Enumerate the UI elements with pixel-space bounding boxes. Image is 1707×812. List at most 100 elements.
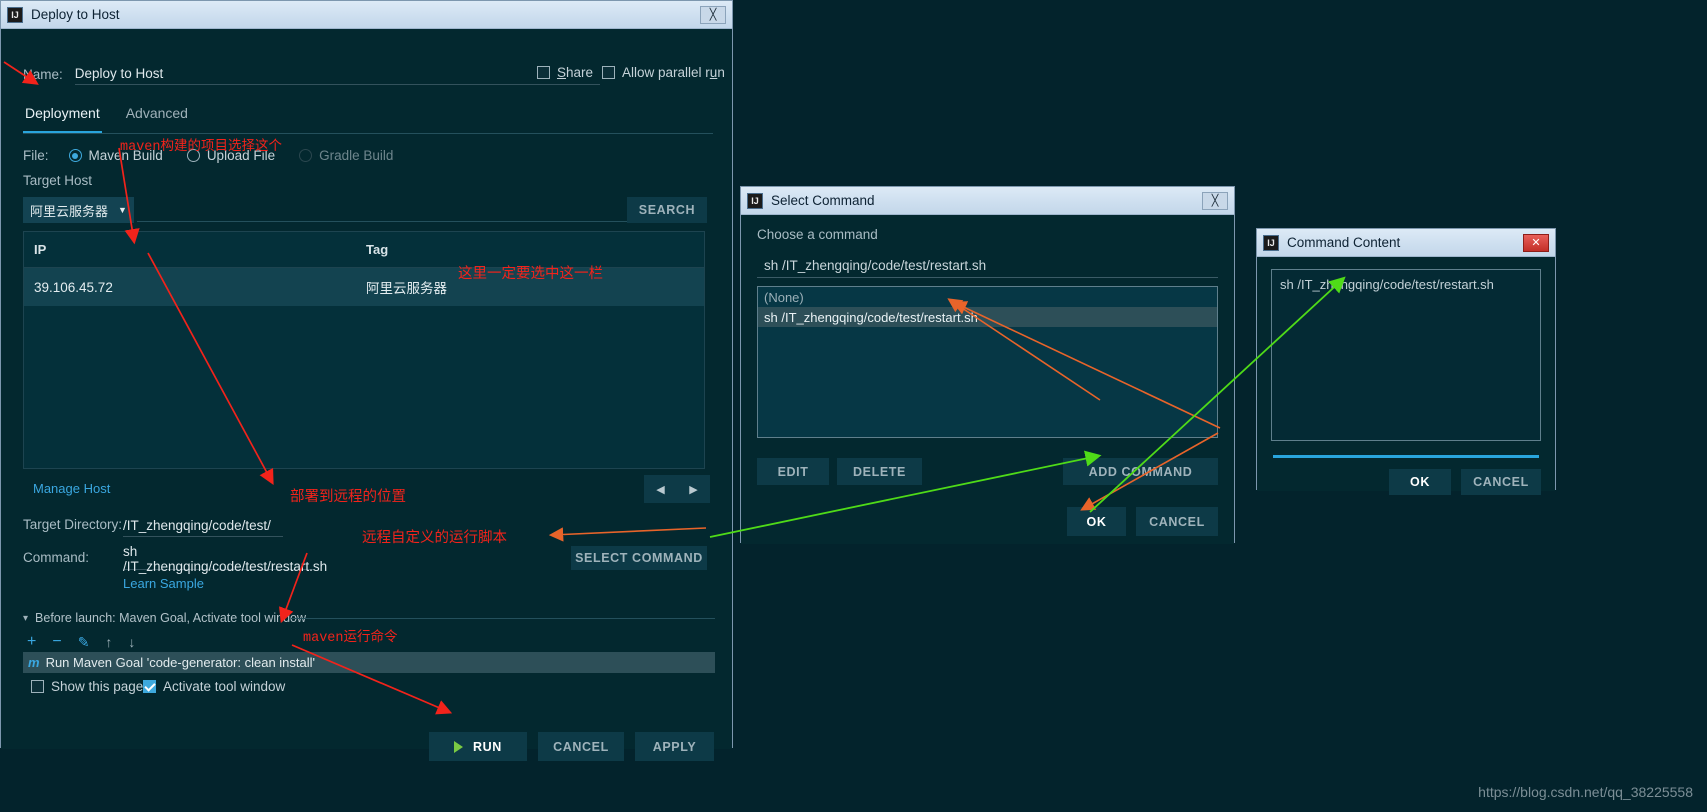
command-content-text: sh /IT_zhengqing/code/test/restart.sh [1280, 277, 1494, 292]
command-search-value: sh /IT_zhengqing/code/test/restart.sh [764, 258, 987, 273]
allow-parallel-run-box [602, 66, 615, 79]
cell-ip: 39.106.45.72 [34, 279, 113, 295]
command-row: Command: [23, 550, 89, 565]
command-content-focus-underline [1273, 455, 1539, 458]
run-button[interactable]: RUN [429, 732, 527, 761]
target-host-label-row: Target Host [23, 173, 92, 188]
command-content-titlebar: Command Content ✕ [1257, 229, 1555, 257]
command-search-input[interactable]: sh /IT_zhengqing/code/test/restart.sh [757, 254, 1218, 278]
ok-button[interactable]: OK [1067, 507, 1126, 536]
chevron-down-icon: ▾ [23, 612, 29, 624]
cancel-button[interactable]: CANCEL [1461, 469, 1541, 495]
intellij-icon [747, 192, 763, 209]
allow-parallel-run-label: Allow parallel run [622, 65, 725, 80]
ok-button[interactable]: OK [1389, 469, 1451, 495]
before-launch-header[interactable]: ▾ Before launch: Maven Goal, Activate to… [23, 611, 306, 625]
show-this-page-label: Show this page [51, 679, 144, 694]
maven-icon: m [28, 655, 40, 670]
share-label: Share [557, 65, 594, 80]
search-button[interactable]: SEARCH [627, 197, 707, 223]
name-input[interactable]: Deploy to Host [74, 63, 600, 85]
select-command-body: Choose a command sh /IT_zhengqing/code/t… [741, 215, 1234, 544]
command-input[interactable]: sh /IT_zhengqing/code/test/restart.sh [123, 544, 327, 574]
column-header-tag: Tag [366, 242, 389, 257]
deploy-tabs: Deployment Advanced [23, 101, 190, 133]
run-button-label: RUN [473, 739, 502, 754]
dialog-button-bar: RUN CANCEL APPLY [429, 732, 714, 761]
remove-icon[interactable]: − [52, 633, 61, 651]
file-label: File: [23, 148, 49, 163]
before-launch-label: Before launch: Maven Goal, Activate tool… [35, 611, 307, 625]
chevron-down-icon: ▼ [118, 205, 127, 215]
cancel-button[interactable]: CANCEL [538, 732, 624, 761]
add-command-button[interactable]: ADD COMMAND [1063, 458, 1218, 485]
play-icon [454, 740, 464, 753]
host-combo[interactable]: 阿里云服务器 ▼ [23, 197, 134, 223]
tab-deployment[interactable]: Deployment [23, 101, 102, 133]
select-command-close-button[interactable]: ╳ [1202, 191, 1228, 210]
show-this-page-checkbox[interactable]: Show this page [31, 679, 143, 694]
list-item[interactable]: (None) [758, 287, 1217, 307]
cancel-button[interactable]: CANCEL [1136, 507, 1218, 536]
deploy-window-titlebar: Deploy to Host ╳ [1, 1, 732, 29]
apply-button[interactable]: APPLY [635, 732, 714, 761]
command-actions: EDIT DELETE [757, 458, 922, 485]
intellij-icon [7, 6, 23, 23]
share-checkbox[interactable]: Share [537, 65, 593, 80]
before-launch-item-label: Run Maven Goal 'code-generator: clean in… [45, 655, 316, 670]
show-this-page-box [31, 680, 44, 693]
select-command-titlebar: Select Command ╳ [741, 187, 1234, 215]
annotation-text: 远程自定义的运行脚本 [362, 530, 507, 546]
radio-gradle-build-label: Gradle Build [319, 148, 394, 163]
chevron-right-icon[interactable]: ▶ [677, 475, 710, 503]
share-checkbox-box [537, 66, 550, 79]
target-directory-input[interactable]: /IT_zhengqing/code/test/ [123, 515, 283, 537]
choose-command-label: Choose a command [757, 227, 878, 242]
activate-tool-window-label: Activate tool window [163, 679, 286, 694]
annotation-text: maven构建的项目选择这个 [120, 140, 283, 155]
command-label: Command: [23, 550, 90, 565]
host-search-underline [137, 221, 677, 222]
host-pager: ◀ ▶ [644, 475, 710, 503]
radio-gradle-build-dot [299, 149, 313, 162]
select-command-button-bar: OK CANCEL [1067, 507, 1218, 536]
target-directory-row: Target Directory: [23, 517, 122, 532]
delete-button[interactable]: DELETE [837, 458, 922, 485]
command-content-close-button[interactable]: ✕ [1523, 233, 1549, 252]
manage-host-link[interactable]: Manage Host [33, 481, 110, 496]
watermark-url: https://blog.csdn.net/qq_38225558 [1478, 784, 1693, 800]
chevron-left-icon[interactable]: ◀ [644, 475, 677, 503]
command-content-window: Command Content ✕ sh /IT_zhengqing/code/… [1256, 228, 1556, 495]
move-down-icon[interactable]: ↓ [128, 634, 135, 650]
before-launch-toolbar: + − ✎ ↑ ↓ [27, 633, 135, 651]
select-command-window: Select Command ╳ Choose a command sh /IT… [740, 186, 1235, 544]
edit-button[interactable]: EDIT [757, 458, 829, 485]
move-up-icon[interactable]: ↑ [105, 634, 112, 650]
target-directory-value: /IT_zhengqing/code/test/ [123, 518, 271, 533]
select-command-button[interactable]: SELECT COMMAND [571, 546, 707, 570]
deploy-close-button[interactable]: ╳ [700, 5, 726, 24]
annotation-text: 部署到远程的位置 [290, 489, 406, 505]
list-item[interactable]: m Run Maven Goal 'code-generator: clean … [23, 652, 715, 673]
command-content-title: Command Content [1287, 235, 1401, 250]
host-combo-value: 阿里云服务器 [30, 203, 109, 219]
allow-parallel-run-checkbox[interactable]: Allow parallel run [602, 65, 725, 80]
command-content-body: sh /IT_zhengqing/code/test/restart.sh OK… [1257, 257, 1555, 495]
activate-tool-window-box [143, 680, 156, 693]
name-value: Deploy to Host [74, 66, 164, 81]
command-content-button-bar: OK CANCEL [1389, 469, 1541, 495]
command-list[interactable]: (None) sh /IT_zhengqing/code/test/restar… [757, 286, 1218, 438]
command-content-textarea[interactable]: sh /IT_zhengqing/code/test/restart.sh [1271, 269, 1541, 441]
name-label: Name: [23, 66, 63, 82]
list-item[interactable]: sh /IT_zhengqing/code/test/restart.sh [758, 307, 1217, 327]
annotation-text: 这里一定要选中这一栏 [458, 266, 603, 282]
tab-advanced[interactable]: Advanced [124, 101, 190, 133]
deploy-window-title: Deploy to Host [31, 7, 120, 22]
radio-gradle-build[interactable]: Gradle Build [299, 148, 393, 163]
activate-tool-window-checkbox[interactable]: Activate tool window [143, 679, 285, 694]
edit-pencil-icon[interactable]: ✎ [78, 634, 90, 651]
add-icon[interactable]: + [27, 633, 36, 651]
learn-sample-link[interactable]: Learn Sample [123, 576, 204, 591]
before-launch-divider [291, 618, 715, 619]
annotation-text: maven运行命令 [303, 631, 398, 646]
